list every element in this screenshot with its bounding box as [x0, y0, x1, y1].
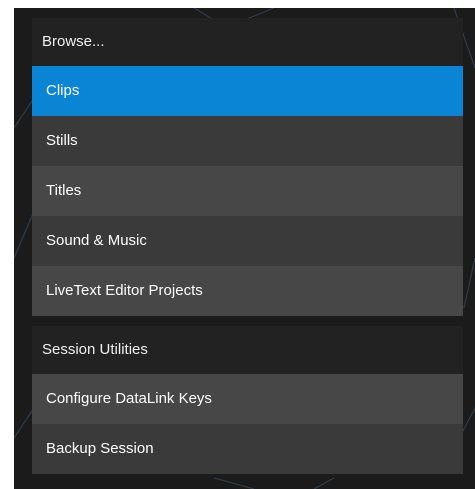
- menu-item-livetext-editor-projects[interactable]: LiveText Editor Projects: [32, 266, 463, 316]
- session-utilities-header: Session Utilities: [32, 326, 463, 374]
- section-divider: [32, 316, 463, 326]
- menu-item-stills[interactable]: Stills: [32, 116, 463, 166]
- browse-menu: Browse... Clips Stills Titles Sound & Mu…: [32, 18, 463, 474]
- menu-item-configure-datalink-keys[interactable]: Configure DataLink Keys: [32, 374, 463, 424]
- menu-item-clips[interactable]: Clips: [32, 66, 463, 116]
- menu-item-titles[interactable]: Titles: [32, 166, 463, 216]
- menu-item-sound-music[interactable]: Sound & Music: [32, 216, 463, 266]
- browse-header: Browse...: [32, 18, 463, 66]
- menu-item-backup-session[interactable]: Backup Session: [32, 424, 463, 474]
